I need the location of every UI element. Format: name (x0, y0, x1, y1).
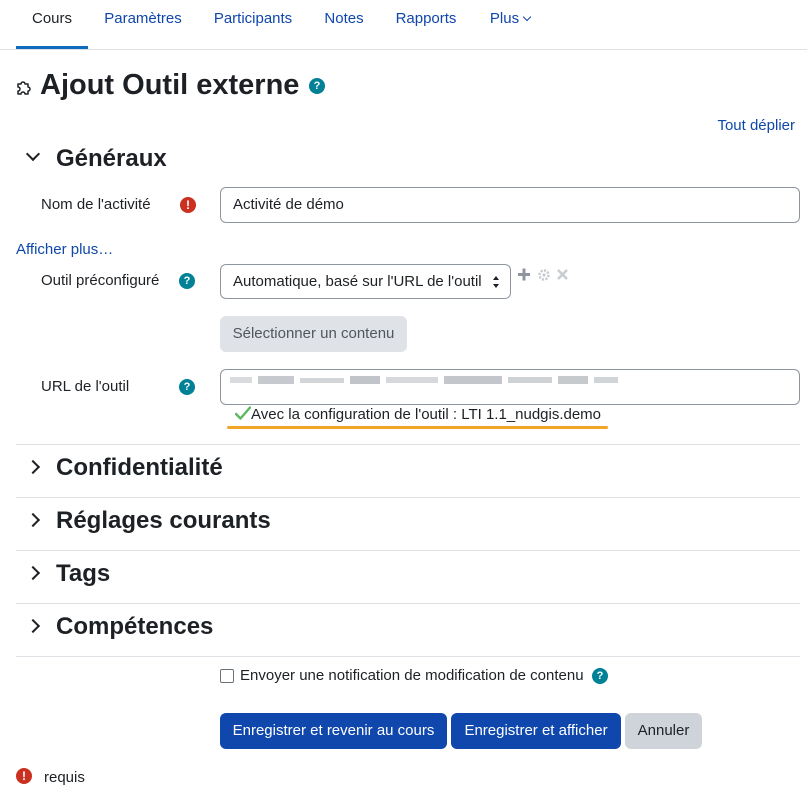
preconfigured-tool-select[interactable]: Automatique, basé sur l'URL de l'outil (220, 264, 511, 299)
redacted-url-text (230, 376, 618, 384)
section-tags-header[interactable]: Tags (16, 552, 800, 602)
chevron-right-icon (25, 512, 41, 528)
tab-plus[interactable]: Plus (480, 0, 540, 49)
chevron-right-icon (25, 459, 41, 475)
cancel-button[interactable]: Annuler (625, 713, 702, 749)
section-competencies-title: Compétences (56, 613, 214, 640)
notification-checkbox[interactable] (220, 669, 234, 683)
tab-plus-label: Plus (489, 10, 520, 27)
tab-parametres[interactable]: Paramètres (92, 0, 194, 49)
check-icon (235, 406, 251, 420)
help-icon[interactable]: ? (309, 78, 325, 94)
required-icon: ! (16, 768, 32, 784)
notification-label[interactable]: Envoyer une notification de modification… (240, 667, 584, 684)
section-tags-title: Tags (56, 560, 111, 587)
section-divider (16, 656, 800, 657)
chevron-down-icon (25, 146, 41, 162)
section-privacy-title: Confidentialité (56, 454, 223, 481)
section-general-header[interactable]: Généraux (16, 137, 800, 187)
expand-all-link[interactable]: Tout déplier (717, 117, 795, 134)
help-icon[interactable]: ? (179, 273, 195, 289)
tab-participants-label: Participants (213, 10, 293, 27)
required-icon[interactable]: ! (180, 197, 196, 213)
tab-notes[interactable]: Notes (314, 0, 374, 49)
gear-icon[interactable] (538, 269, 550, 281)
tab-cours-label: Cours (31, 10, 72, 27)
activity-name-label: Nom de l'activité (41, 196, 151, 213)
tab-notes-label: Notes (324, 10, 364, 27)
show-more-link[interactable]: Afficher plus… (16, 241, 113, 258)
help-icon[interactable]: ? (179, 379, 195, 395)
tab-cours[interactable]: Cours (16, 0, 88, 49)
tool-config-text: Avec la configuration de l'outil : LTI 1… (251, 406, 602, 423)
puzzle-icon (17, 81, 31, 95)
tab-parametres-label: Paramètres (104, 10, 182, 27)
section-common-settings-title: Réglages courants (56, 507, 271, 534)
select-arrows-icon (493, 276, 499, 288)
chevron-down-icon (522, 12, 532, 22)
section-common-settings-header[interactable]: Réglages courants (16, 499, 800, 549)
preconfigured-tool-value: Automatique, basé sur l'URL de l'outil (233, 273, 482, 290)
section-general-title: Généraux (56, 145, 167, 172)
preconfigured-tool-label: Outil préconfiguré (41, 272, 160, 289)
section-divider (16, 550, 800, 551)
section-privacy-header[interactable]: Confidentialité (16, 446, 800, 496)
section-competencies-header[interactable]: Compétences (16, 605, 800, 655)
tab-rapports-label: Rapports (395, 10, 457, 27)
plus-icon[interactable] (518, 268, 530, 281)
highlight-underline (227, 426, 608, 429)
tool-url-label: URL de l'outil (41, 378, 130, 395)
section-divider (16, 497, 800, 498)
page-title: Ajout Outil externe (40, 69, 300, 101)
tool-config-status: Avec la configuration de l'outil : LTI 1… (235, 406, 601, 423)
section-divider (16, 444, 800, 445)
chevron-right-icon (25, 565, 41, 581)
chevron-right-icon (25, 618, 41, 634)
tab-participants[interactable]: Participants (206, 0, 300, 49)
section-divider (16, 603, 800, 604)
save-display-button[interactable]: Enregistrer et afficher (451, 713, 621, 749)
required-note: requis (44, 769, 85, 786)
save-return-button[interactable]: Enregistrer et revenir au cours (220, 713, 447, 749)
activity-name-input[interactable]: Activité de démo (220, 187, 800, 223)
tab-rapports[interactable]: Rapports (386, 0, 466, 49)
tool-actions (518, 268, 568, 281)
close-icon[interactable] (557, 269, 568, 280)
select-content-button[interactable]: Sélectionner un contenu (220, 316, 407, 352)
course-nav-tabs: Cours Paramètres Participants Notes Rapp… (0, 0, 807, 50)
help-icon[interactable]: ? (592, 668, 608, 684)
